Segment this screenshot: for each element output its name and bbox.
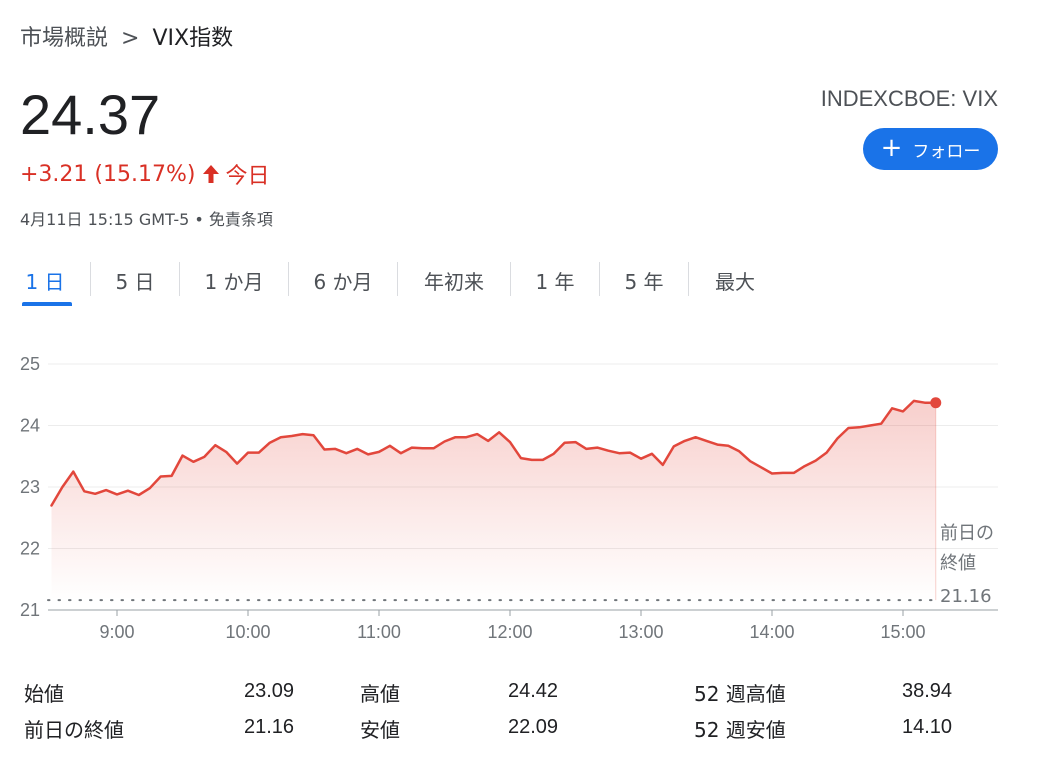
range-tabs: 1 日 5 日 1 か月 6 か月 年初来 1 年 5 年 最大 — [0, 262, 781, 306]
x-tick-label: 13:00 — [618, 622, 663, 642]
tab-label: 6 か月 — [313, 269, 373, 294]
y-tick-label: 21 — [20, 600, 40, 620]
stat-high-label: 高値 — [360, 682, 400, 706]
tab-6m[interactable]: 6 か月 — [289, 262, 397, 298]
price-chart[interactable]: 25 24 23 22 21 9:00 10:00 11:00 12:00 13:00 14:00 1… — [0, 340, 1058, 650]
tab-1m[interactable]: 1 か月 — [180, 262, 288, 298]
stat-52w-high-value: 38.94 — [902, 680, 953, 702]
series-area-fill — [51, 400, 936, 601]
x-tick-label: 11:00 — [357, 622, 401, 642]
breadcrumb-separator: > — [121, 26, 140, 51]
x-tick-label: 12:00 — [487, 622, 532, 642]
breadcrumb-parent-link[interactable]: 市場概説 — [20, 26, 108, 51]
current-price: 24.37 — [20, 83, 161, 146]
tab-ytd[interactable]: 年初来 — [398, 262, 510, 298]
tab-label: 最大 — [715, 269, 755, 294]
x-tick-label: 15:00 — [880, 622, 925, 642]
active-tab-indicator — [22, 302, 72, 306]
stat-open-label: 始値 — [24, 682, 64, 706]
quote-timestamp[interactable]: 4月11日 15:15 GMT-5 • 免責条項 — [20, 206, 273, 230]
x-tick-label: 10:00 — [225, 622, 270, 642]
follow-button[interactable]: + フォロー — [863, 128, 998, 170]
ticker-symbol: INDEXCBOE: VIX — [820, 86, 998, 111]
tab-label: 1 か月 — [204, 269, 264, 294]
stat-52w-low-value: 14.10 — [902, 716, 953, 738]
tab-5d[interactable]: 5 日 — [91, 262, 179, 298]
arrow-up-icon — [201, 163, 221, 185]
price-change: +3.21 (15.17%) 今日 — [20, 158, 269, 190]
tab-label: 5 日 — [115, 269, 155, 294]
x-tick-label: 9:00 — [99, 622, 134, 642]
stat-high-value: 24.42 — [508, 680, 559, 702]
y-tick-label: 23 — [20, 477, 40, 497]
tab-1d[interactable]: 1 日 — [0, 262, 90, 306]
y-tick-label: 25 — [20, 354, 40, 374]
tab-max[interactable]: 最大 — [689, 262, 781, 298]
price-change-period: 今日 — [225, 164, 270, 189]
stat-prev-close-value: 21.16 — [244, 716, 295, 738]
tab-label: 1 年 — [535, 269, 575, 294]
plus-icon: + — [880, 133, 903, 163]
tab-label: 5 年 — [624, 269, 664, 294]
stat-52w-high-label: 52 週高値 — [694, 682, 786, 706]
breadcrumb: 市場概説 > VIX指数 — [20, 20, 233, 52]
previous-close-label: 終値 — [940, 553, 976, 574]
x-tick-label: 14:00 — [749, 622, 794, 642]
tab-label: 年初来 — [424, 269, 484, 294]
stat-low-label: 安値 — [360, 718, 400, 742]
tab-label: 1 日 — [25, 269, 65, 294]
stat-52w-low-label: 52 週安値 — [694, 718, 786, 742]
tab-5y[interactable]: 5 年 — [600, 262, 688, 298]
follow-button-label: フォロー — [912, 141, 981, 162]
price-change-value: +3.21 (15.17%) — [20, 161, 196, 187]
series-end-point — [930, 397, 942, 409]
y-tick-label: 22 — [20, 539, 40, 559]
stat-open-value: 23.09 — [244, 680, 295, 702]
breadcrumb-current: VIX指数 — [152, 26, 234, 51]
previous-close-label: 前日の — [940, 523, 994, 544]
previous-close-value: 21.16 — [940, 586, 992, 607]
stat-prev-close-label: 前日の終値 — [24, 718, 124, 742]
stat-low-value: 22.09 — [508, 716, 559, 738]
tab-1y[interactable]: 1 年 — [511, 262, 599, 298]
y-tick-label: 24 — [20, 416, 40, 436]
